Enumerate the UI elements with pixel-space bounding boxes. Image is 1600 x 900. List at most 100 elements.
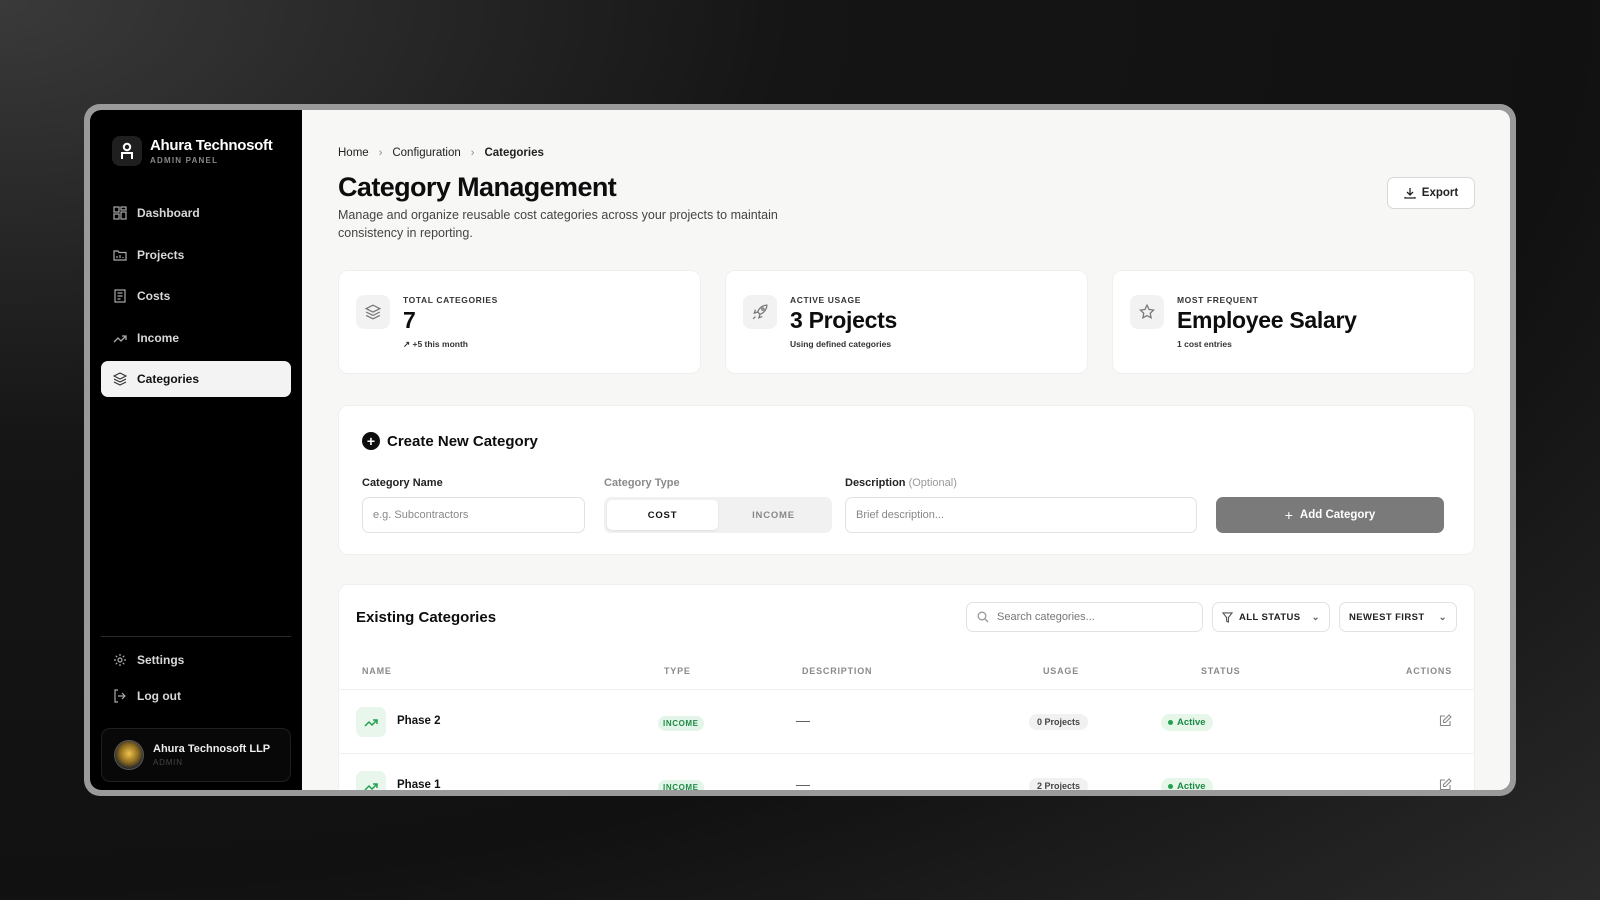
stat-label: MOST FREQUENT (1177, 295, 1259, 305)
add-category-button[interactable]: + Add Category (1216, 497, 1444, 533)
edit-icon[interactable] (1439, 714, 1452, 732)
sidebar-item-label: Categories (137, 372, 200, 386)
breadcrumb-configuration[interactable]: Configuration (392, 147, 460, 159)
sidebar-item-income[interactable]: Income (101, 320, 291, 356)
layers-icon (356, 295, 390, 329)
category-type-toggle: COST INCOME (604, 497, 832, 533)
column-header-actions: ACTIONS (1405, 666, 1452, 676)
edit-icon[interactable] (1439, 778, 1452, 790)
sidebar-item-label: Costs (137, 289, 171, 303)
sidebar-item-label: Income (137, 330, 180, 345)
chevron-right-icon: › (470, 147, 475, 159)
usage-badge: 2 Projects (1029, 778, 1089, 790)
app-window: Ahura Technosoft ADMIN PANEL Dashboard P… (90, 110, 1510, 790)
chevron-down-icon: ⌄ (1438, 611, 1447, 623)
sidebar-divider (101, 636, 291, 637)
main-content: Home › Configuration › Categories Catego… (302, 110, 1510, 790)
brand-name: Ahura Technosoft (150, 137, 273, 154)
status-dot-icon (1168, 784, 1173, 789)
status-text: Active (1177, 781, 1206, 790)
grid-icon (113, 206, 127, 220)
row-description: — (796, 776, 810, 790)
stat-label: ACTIVE USAGE (790, 295, 861, 305)
layers-icon (113, 372, 127, 386)
plus-circle-icon: + (362, 432, 380, 450)
sidebar-item-label: Settings (137, 653, 185, 667)
sidebar-item-label: Log out (137, 689, 181, 703)
logout-icon (114, 689, 126, 703)
stat-card-total: TOTAL CATEGORIES 7 ↗ +5 this month (338, 270, 701, 374)
stat-label: TOTAL CATEGORIES (403, 295, 498, 305)
table-title: Existing Categories (356, 609, 497, 626)
sidebar-item-projects[interactable]: Projects (101, 237, 291, 273)
trending-up-icon (113, 334, 127, 342)
avatar (114, 740, 144, 770)
user-card[interactable]: Ahura Technosoft LLP ADMIN (101, 728, 291, 782)
optional-hint: (Optional) (908, 477, 957, 489)
download-icon (1404, 188, 1416, 199)
row-description: — (796, 712, 810, 728)
sidebar-item-costs[interactable]: Costs (101, 278, 291, 314)
table-row[interactable]: Phase 1 INCOME — 2 Projects Active (339, 753, 1474, 790)
breadcrumb-home[interactable]: Home (338, 147, 369, 159)
sidebar-item-dashboard[interactable]: Dashboard (101, 195, 291, 231)
column-header-usage: USAGE (1043, 666, 1080, 676)
sort-value: NEWEST FIRST (1349, 611, 1425, 623)
breadcrumb-current: Categories (484, 147, 544, 159)
status-filter-dropdown[interactable]: ALL STATUS ⌄ (1212, 602, 1330, 632)
create-title: + Create New Category (362, 432, 538, 450)
description-label-text: Description (845, 477, 906, 489)
sidebar-item-label: Projects (137, 247, 185, 262)
category-name-input[interactable]: e.g. Subcontractors (362, 497, 585, 533)
status-filter-value: ALL STATUS (1239, 611, 1301, 623)
type-option-cost[interactable]: COST (607, 500, 718, 530)
stat-sub: Using defined categories (790, 339, 892, 349)
sidebar-bottom-nav: Settings Log out (101, 642, 291, 714)
user-name: Ahura Technosoft LLP (153, 743, 271, 755)
stat-sub: 1 cost entries (1177, 339, 1232, 349)
export-button[interactable]: Export (1387, 177, 1475, 209)
column-header-name: NAME (362, 666, 392, 676)
brand[interactable]: Ahura Technosoft ADMIN PANEL (112, 136, 273, 166)
sidebar-item-settings[interactable]: Settings (101, 642, 291, 678)
sidebar-item-categories[interactable]: Categories (101, 361, 291, 397)
column-header-description: DESCRIPTION (802, 666, 873, 676)
type-badge: INCOME (658, 780, 704, 790)
search-input[interactable]: Search categories... (966, 602, 1203, 632)
sidebar-item-label: Dashboard (137, 206, 200, 220)
status-dot-icon (1168, 720, 1173, 725)
type-badge: INCOME (658, 716, 704, 731)
stat-sub: ↗ +5 this month (403, 339, 468, 350)
stat-value: 7 (403, 307, 416, 333)
sidebar: Ahura Technosoft ADMIN PANEL Dashboard P… (90, 110, 302, 790)
stat-card-usage: ACTIVE USAGE 3 Projects Using defined ca… (725, 270, 1088, 374)
type-option-income[interactable]: INCOME (718, 500, 829, 530)
column-header-type: TYPE (664, 666, 691, 676)
breadcrumb: Home › Configuration › Categories (338, 147, 544, 159)
app-frame: Ahura Technosoft ADMIN PANEL Dashboard P… (84, 104, 1516, 796)
status-text: Active (1177, 717, 1206, 728)
categories-table-card: Existing Categories Search categories...… (338, 584, 1475, 790)
table-row[interactable]: Phase 2 INCOME — 0 Projects Active (339, 689, 1474, 753)
stat-value: 3 Projects (790, 307, 897, 333)
filter-icon (1222, 611, 1233, 623)
sidebar-item-logout[interactable]: Log out (101, 678, 291, 714)
stats-row: TOTAL CATEGORIES 7 ↗ +5 this month ACTIV… (338, 270, 1475, 374)
stat-sub-text: +5 this month (412, 339, 468, 349)
page-title: Category Management (338, 172, 617, 202)
create-title-text: Create New Category (387, 432, 538, 450)
category-name-label: Category Name (362, 477, 443, 489)
stat-card-frequent: MOST FREQUENT Employee Salary 1 cost ent… (1112, 270, 1475, 374)
trending-up-icon (356, 707, 386, 737)
category-type-label: Category Type (604, 477, 680, 489)
trending-up-icon (356, 771, 386, 790)
brand-subtitle: ADMIN PANEL (150, 156, 219, 165)
stat-value: Employee Salary (1177, 307, 1357, 333)
receipt-icon (114, 289, 126, 303)
usage-badge: 0 Projects (1029, 714, 1089, 730)
user-role: ADMIN (153, 758, 183, 767)
description-input[interactable]: Brief description... (845, 497, 1197, 533)
search-icon (977, 611, 989, 623)
sort-dropdown[interactable]: NEWEST FIRST ⌄ (1339, 602, 1457, 632)
folder-icon (113, 249, 127, 261)
